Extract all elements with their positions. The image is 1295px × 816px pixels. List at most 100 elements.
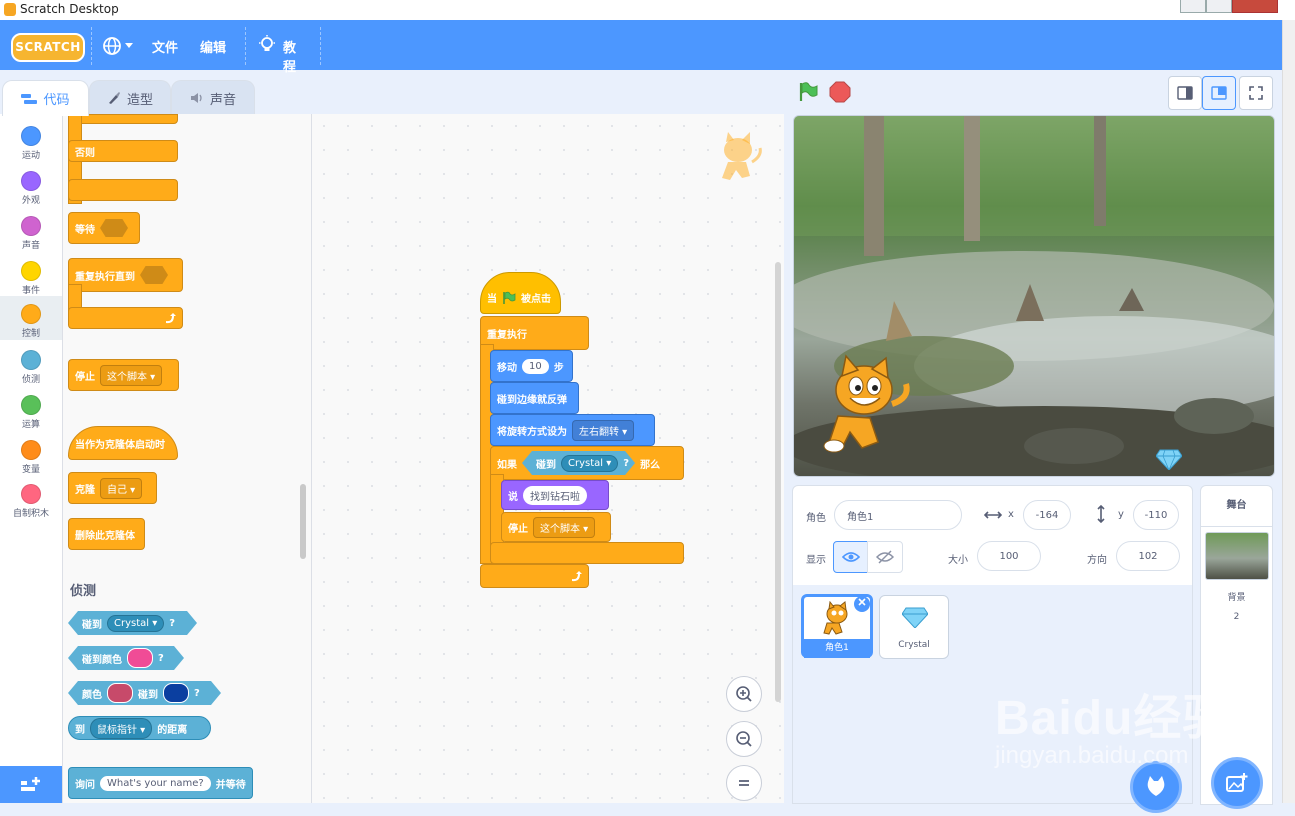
maximize-button[interactable]: [1206, 0, 1232, 13]
category-operators[interactable]: 运算: [0, 387, 62, 431]
show-sprite-button[interactable]: [833, 541, 869, 573]
forever-bottom[interactable]: [480, 564, 589, 588]
fullscreen-button[interactable]: [1239, 76, 1273, 110]
color-swatch[interactable]: [127, 648, 153, 668]
delete-clone-block[interactable]: 删除此克隆体: [68, 518, 145, 550]
bounce-on-edge-block[interactable]: 碰到边缘就反弹: [490, 382, 579, 414]
stop-block[interactable]: 停止 这个脚本 ▾: [68, 359, 179, 391]
tab-code-label: 代码: [43, 93, 70, 108]
if-then-block[interactable]: 如果 碰到 Crystal ▾ ? 那么: [490, 446, 684, 480]
condition-slot[interactable]: [100, 219, 128, 237]
create-clone-block[interactable]: 克隆 自己 ▾: [68, 472, 157, 504]
menu-edit[interactable]: 编辑: [200, 37, 226, 56]
crystal-sprite[interactable]: [1156, 448, 1182, 470]
repeat-until-bottom[interactable]: [68, 307, 183, 329]
speaker-icon: [190, 93, 202, 103]
script-workspace[interactable]: 当 被点击 重复执行 移动 10 步 碰到边缘就反弹 将旋转方式设为 左右翻转 …: [312, 114, 784, 803]
category-control[interactable]: 控制: [0, 296, 62, 340]
category-dot: [21, 261, 41, 281]
tab-costumes[interactable]: 造型: [89, 80, 171, 115]
close-button[interactable]: [1232, 0, 1278, 13]
ask-and-wait-block[interactable]: 询问 What's your name? 并等待: [68, 767, 253, 799]
minimize-button[interactable]: [1180, 0, 1206, 13]
if-then-bottom[interactable]: [490, 542, 684, 564]
color-swatch[interactable]: [107, 683, 133, 703]
category-sensing[interactable]: 侦测: [0, 342, 62, 386]
condition-slot[interactable]: [140, 266, 168, 284]
watermark-brand: Baidu经验: [995, 692, 1232, 745]
backdrop-label: 背景: [1227, 593, 1246, 603]
category-variables[interactable]: 变量: [0, 432, 62, 476]
category-dot: [21, 440, 41, 460]
touching-block[interactable]: 碰到 Crystal ▾ ?: [68, 611, 197, 635]
touching-color-block[interactable]: 碰到颜色 ?: [68, 646, 184, 670]
forever-block[interactable]: 重复执行: [480, 316, 589, 350]
x-arrows-icon: [984, 511, 1002, 519]
zoom-reset-button[interactable]: [726, 765, 762, 801]
green-flag-icon: [503, 291, 516, 304]
rotation-style-dropdown[interactable]: 左右翻转 ▾: [572, 419, 635, 441]
ask-input[interactable]: What's your name?: [100, 775, 211, 791]
distance-option-dropdown[interactable]: 鼠标指针 ▾: [90, 717, 153, 739]
category-events[interactable]: 事件: [0, 253, 62, 297]
category-sound[interactable]: 声音: [0, 208, 62, 252]
language-menu[interactable]: [102, 36, 134, 56]
direction-label: 方向: [1087, 555, 1107, 566]
if-else-block-bottom[interactable]: [68, 179, 178, 201]
when-start-as-clone-block[interactable]: 当作为克隆体启动时: [68, 426, 178, 460]
workspace-scrollbar[interactable]: [775, 262, 781, 702]
sprite-tile-crystal[interactable]: Crystal: [879, 595, 949, 659]
category-my-blocks[interactable]: 自制积木: [0, 476, 62, 520]
move-steps-input[interactable]: 10: [522, 358, 549, 374]
delete-sprite-button[interactable]: [854, 596, 870, 612]
else-block[interactable]: 否则: [68, 140, 178, 162]
sprite-tile-label: Crystal: [898, 640, 930, 650]
category-looks[interactable]: 外观: [0, 163, 62, 207]
wait-block[interactable]: 等待: [68, 212, 140, 244]
scratch-logo[interactable]: SCRATCH: [11, 33, 85, 62]
zoom-in-button[interactable]: [726, 676, 762, 712]
zoom-out-button[interactable]: [726, 721, 762, 757]
y-input[interactable]: -110: [1133, 500, 1179, 530]
move-steps-block[interactable]: 移动 10 步: [490, 350, 573, 382]
cat-add-icon: [1147, 776, 1165, 796]
say-text-input[interactable]: 找到钻石啦: [523, 485, 587, 505]
touching-option-dropdown[interactable]: Crystal ▾: [561, 455, 618, 472]
add-extension-button[interactable]: [0, 766, 62, 803]
tab-code[interactable]: 代码: [2, 80, 89, 116]
touching-crystal-condition[interactable]: 碰到 Crystal ▾ ?: [522, 451, 635, 475]
x-input[interactable]: -164: [1023, 500, 1071, 530]
small-stage-button[interactable]: [1168, 76, 1202, 110]
sprite-name-input[interactable]: 角色1: [834, 500, 962, 530]
stop-option-dropdown[interactable]: 这个脚本 ▾: [100, 364, 163, 386]
set-rotation-style-block[interactable]: 将旋转方式设为 左右翻转 ▾: [490, 414, 655, 446]
choose-backdrop-button[interactable]: [1211, 757, 1263, 809]
touching-option-dropdown[interactable]: Crystal ▾: [107, 615, 164, 632]
repeat-until-block[interactable]: 重复执行直到: [68, 258, 183, 292]
tab-costumes-label: 造型: [126, 92, 153, 108]
stage-canvas[interactable]: [793, 115, 1275, 477]
green-flag-button[interactable]: [797, 81, 819, 103]
window-scrollbar[interactable]: [1282, 20, 1295, 803]
clone-option-dropdown[interactable]: 自己 ▾: [100, 477, 143, 499]
color-swatch[interactable]: [163, 683, 189, 703]
direction-input[interactable]: 102: [1116, 541, 1180, 571]
sprite-tile-cat[interactable]: 角色1: [801, 594, 873, 658]
palette-scrollbar[interactable]: [300, 484, 306, 559]
menu-file[interactable]: 文件: [152, 37, 178, 56]
backdrop-thumbnail[interactable]: [1205, 532, 1269, 580]
say-block[interactable]: 说 找到钻石啦: [501, 480, 609, 510]
tab-sounds[interactable]: 声音: [171, 80, 255, 115]
distance-to-block[interactable]: 到 鼠标指针 ▾ 的距离: [68, 716, 211, 740]
stop-option-dropdown[interactable]: 这个脚本 ▾: [533, 516, 596, 538]
stop-button[interactable]: [829, 81, 851, 103]
cat-sprite[interactable]: [820, 354, 912, 460]
hide-sprite-button[interactable]: [867, 541, 903, 573]
category-motion[interactable]: 运动: [0, 118, 62, 162]
zoom-in-icon: [736, 686, 752, 702]
when-flag-clicked-block[interactable]: 当 被点击: [480, 272, 561, 314]
stop-script-block[interactable]: 停止 这个脚本 ▾: [501, 512, 611, 542]
size-input[interactable]: 100: [977, 541, 1041, 571]
normal-stage-button[interactable]: [1202, 76, 1236, 110]
color-touching-color-block[interactable]: 颜色 碰到 ?: [68, 681, 221, 705]
